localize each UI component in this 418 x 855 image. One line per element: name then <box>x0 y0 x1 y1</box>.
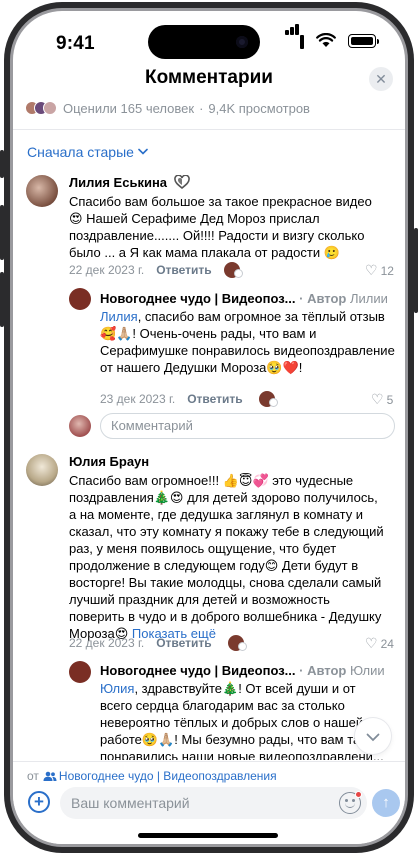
reply-date: 23 дек 2023 г. <box>100 392 176 406</box>
group-name: Новогоднее чудо | Видеопоздравления <box>58 769 277 783</box>
like-button[interactable]: ♡ 12 <box>365 262 394 279</box>
screen: 9:41 Комментарии ✕ Оценили 165 человек ·… <box>13 11 405 844</box>
send-arrow-icon: ↑ <box>382 794 390 811</box>
dynamic-island <box>148 25 260 59</box>
views-count: 9,4K просмотров <box>208 100 310 116</box>
reactions-stats: Оценили 165 человек · 9,4K просмотров <box>25 99 310 117</box>
reply-button[interactable]: Ответить <box>156 263 211 277</box>
reply-button[interactable]: Ответить <box>156 636 211 650</box>
comment-meta: 22 дек 2023 г. Ответить <box>69 635 247 651</box>
mention-link[interactable]: Юлия <box>100 681 134 696</box>
battery-icon <box>348 34 379 48</box>
reply-text: Лилия, спасибо вам огромное за тёплый от… <box>100 309 395 375</box>
group-avatar[interactable] <box>69 288 91 310</box>
page-title: Комментарии <box>145 67 273 88</box>
heart-icon: ♡ <box>365 262 378 278</box>
close-button[interactable]: ✕ <box>369 67 393 91</box>
status-time: 9:41 <box>56 33 95 54</box>
power-button <box>414 228 418 313</box>
reply-author[interactable]: Новогоднее чудо | Видеопоз... · Автор Ли… <box>100 291 405 306</box>
chevron-down-icon <box>138 147 148 158</box>
comment-meta: 22 дек 2023 г. Ответить <box>69 262 243 278</box>
sort-dropdown[interactable]: Сначала старые <box>27 144 148 160</box>
post-as-selector[interactable]: от Новогоднее чудо | Видеопоздравления <box>27 769 277 783</box>
send-button[interactable]: ↑ <box>372 789 400 817</box>
reply-author[interactable]: Новогоднее чудо | Видеопоз... · Автор Юл… <box>100 663 405 678</box>
avatar[interactable] <box>26 175 58 207</box>
scroll-down-button[interactable] <box>355 718 391 754</box>
notification-dot <box>355 791 362 798</box>
close-icon: ✕ <box>375 71 387 87</box>
reply-text: Юлия, здравствуйте🎄! От всей души и от в… <box>100 681 384 760</box>
like-count: 5 <box>386 392 394 407</box>
avatar[interactable] <box>26 454 58 486</box>
mention-link[interactable]: Лилия <box>100 309 138 324</box>
heart-icon: ♡ <box>371 391 384 407</box>
author-reaction-avatar <box>227 635 247 651</box>
emoji-button[interactable] <box>339 791 362 814</box>
phone-frame: 9:41 Комментарии ✕ Оценили 165 человек ·… <box>4 2 414 853</box>
author-reaction-avatar <box>258 391 278 407</box>
author-reaction-avatar <box>223 262 243 278</box>
group-icon <box>43 771 57 781</box>
comment-date: 22 дек 2023 г. <box>69 636 145 650</box>
like-count: 12 <box>380 263 394 278</box>
comment-text: Спасибо вам огромное!!! 👍😇💞 это чудесные… <box>69 473 384 641</box>
comment-text: Спасибо вам большое за такое прекрасное … <box>69 194 372 260</box>
comment-author[interactable]: Лилия Еськина <box>69 174 190 190</box>
reply-button[interactable]: Ответить <box>187 392 242 406</box>
liker-avatar <box>43 101 57 115</box>
group-avatar[interactable] <box>69 661 91 683</box>
comment-input[interactable]: Ваш комментарий <box>60 787 367 819</box>
status-bar: 9:41 <box>13 11 405 61</box>
rated-count: Оценили 165 человек <box>63 100 195 116</box>
comment-author[interactable]: Юлия Браун <box>69 454 149 469</box>
chevron-down-icon <box>366 733 380 742</box>
divider <box>13 129 405 130</box>
wifi-icon <box>316 33 336 47</box>
separator: · <box>199 100 204 116</box>
verified-heart-icon <box>173 174 190 190</box>
from-prefix: от <box>27 769 39 783</box>
plus-icon: + <box>34 792 44 811</box>
like-button[interactable]: ♡ 24 <box>365 635 394 652</box>
like-button[interactable]: ♡ 5 <box>371 391 393 408</box>
comment-date: 22 дек 2023 г. <box>69 263 145 277</box>
heart-icon: ♡ <box>365 635 378 651</box>
like-count: 24 <box>380 636 394 651</box>
reply-meta: 23 дек 2023 г. Ответить <box>100 391 278 407</box>
home-indicator <box>138 833 278 838</box>
attach-button[interactable]: + <box>28 791 50 813</box>
my-avatar <box>69 415 91 437</box>
reply-comment-input[interactable]: Комментарий <box>100 413 395 439</box>
sort-label: Сначала старые <box>27 144 134 160</box>
